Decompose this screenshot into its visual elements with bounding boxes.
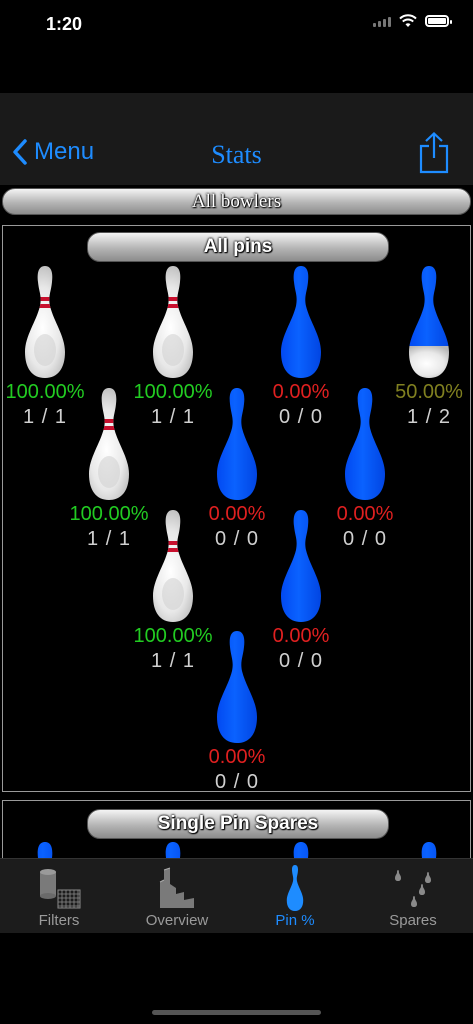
all-pins-title: All pins: [203, 236, 273, 257]
pin-6-icon[interactable]: [341, 388, 389, 500]
share-button[interactable]: [418, 131, 450, 179]
tab-spares-label: Spares: [389, 912, 437, 929]
bowler-filter-label: All bowlers: [191, 191, 282, 212]
pin-8-icon[interactable]: [149, 266, 197, 378]
pin-3-icon[interactable]: [277, 510, 325, 622]
cellular-signal-icon: [373, 15, 391, 27]
tab-overview-label: Overview: [145, 912, 209, 929]
spare-pin-2-icon[interactable]: [149, 842, 197, 858]
tab-filters-label: Filters: [38, 912, 80, 929]
pin-icon: [286, 865, 304, 911]
spares-icon: [395, 870, 431, 907]
single-pin-spares-header[interactable]: Single Pin Spares: [87, 809, 389, 839]
spare-pin-1-icon[interactable]: [21, 842, 69, 858]
filters-icon: [40, 869, 81, 909]
overview-icon: [159, 867, 194, 908]
status-icons: [373, 14, 452, 28]
pin-2-icon[interactable]: [149, 510, 197, 622]
pin-7-icon[interactable]: [21, 266, 69, 378]
battery-icon: [425, 15, 452, 27]
pin-10-icon[interactable]: [405, 266, 453, 378]
pin-5-icon[interactable]: [213, 388, 261, 500]
spare-pin-3-icon[interactable]: [277, 842, 325, 858]
single-pin-spares-title: Single Pin Spares: [157, 813, 319, 834]
page-title: Stats: [211, 140, 262, 169]
home-indicator: [152, 1010, 321, 1015]
pin-1-icon[interactable]: [213, 631, 261, 743]
spare-pin-4-icon[interactable]: [405, 842, 453, 858]
tab-pin-percent-label: Pin %: [275, 912, 315, 929]
pin-4-icon[interactable]: [85, 388, 133, 500]
pin-1-percent: 0.00%: [208, 746, 266, 768]
pin-1-count: 0 / 0: [215, 771, 259, 793]
pin-9-icon[interactable]: [277, 266, 325, 378]
bowler-filter-button[interactable]: All bowlers: [2, 188, 471, 215]
status-time: 1:20: [46, 14, 83, 34]
wifi-icon: [399, 14, 417, 27]
share-icon: [419, 131, 449, 174]
all-pins-header[interactable]: All pins: [87, 232, 389, 262]
